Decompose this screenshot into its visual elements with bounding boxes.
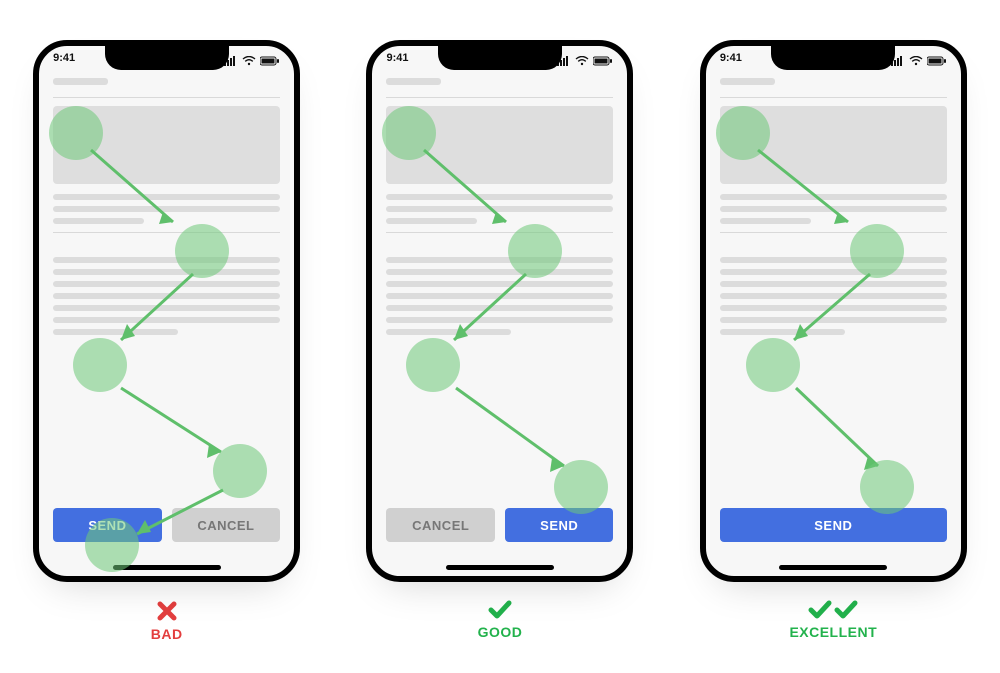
variant-excellent: 9:41 bbox=[700, 40, 967, 640]
phone-notch bbox=[105, 44, 229, 70]
cancel-button-label: CANCEL bbox=[412, 518, 469, 533]
placeholder-line bbox=[53, 257, 280, 263]
placeholder-line bbox=[386, 257, 613, 263]
placeholder-title bbox=[720, 78, 775, 85]
phone-notch bbox=[438, 44, 562, 70]
rating-label-excellent: EXCELLENT bbox=[789, 600, 877, 640]
rating-text: BAD bbox=[151, 626, 183, 642]
send-button[interactable]: SEND bbox=[720, 508, 947, 542]
variant-bad: 9:41 bbox=[33, 40, 300, 642]
status-time: 9:41 bbox=[53, 52, 75, 70]
send-button-label: SEND bbox=[540, 518, 578, 533]
phone-notch bbox=[771, 44, 895, 70]
battery-icon bbox=[927, 56, 947, 66]
rating-text: EXCELLENT bbox=[789, 624, 877, 640]
check-icon bbox=[834, 600, 858, 620]
phone-frame: 9:41 bbox=[366, 40, 633, 582]
rating-text: GOOD bbox=[478, 624, 523, 640]
check-icon bbox=[808, 600, 832, 620]
button-row: SEND bbox=[720, 508, 947, 542]
placeholder-title bbox=[53, 78, 108, 85]
wifi-icon bbox=[575, 56, 589, 66]
divider bbox=[53, 97, 280, 98]
divider bbox=[720, 97, 947, 98]
home-indicator bbox=[779, 565, 887, 570]
phone-frame: 9:41 bbox=[700, 40, 967, 582]
send-button-label: SEND bbox=[814, 518, 852, 533]
phone-frame: 9:41 bbox=[33, 40, 300, 582]
placeholder-line bbox=[720, 257, 947, 263]
divider bbox=[386, 97, 613, 98]
rating-label-bad: BAD bbox=[151, 600, 183, 642]
status-time: 9:41 bbox=[386, 52, 408, 70]
diagram-comparison: 9:41 bbox=[0, 0, 1000, 673]
rating-label-good: GOOD bbox=[478, 600, 523, 640]
home-indicator bbox=[446, 565, 554, 570]
variant-good: 9:41 bbox=[366, 40, 633, 640]
send-button[interactable]: SEND bbox=[505, 508, 614, 542]
battery-icon bbox=[260, 56, 280, 66]
battery-icon bbox=[593, 56, 613, 66]
check-icon bbox=[488, 600, 512, 620]
cross-icon bbox=[156, 600, 178, 622]
status-time: 9:41 bbox=[720, 52, 742, 70]
placeholder-title bbox=[386, 78, 441, 85]
cancel-button[interactable]: CANCEL bbox=[386, 508, 495, 542]
wifi-icon bbox=[909, 56, 923, 66]
wifi-icon bbox=[242, 56, 256, 66]
